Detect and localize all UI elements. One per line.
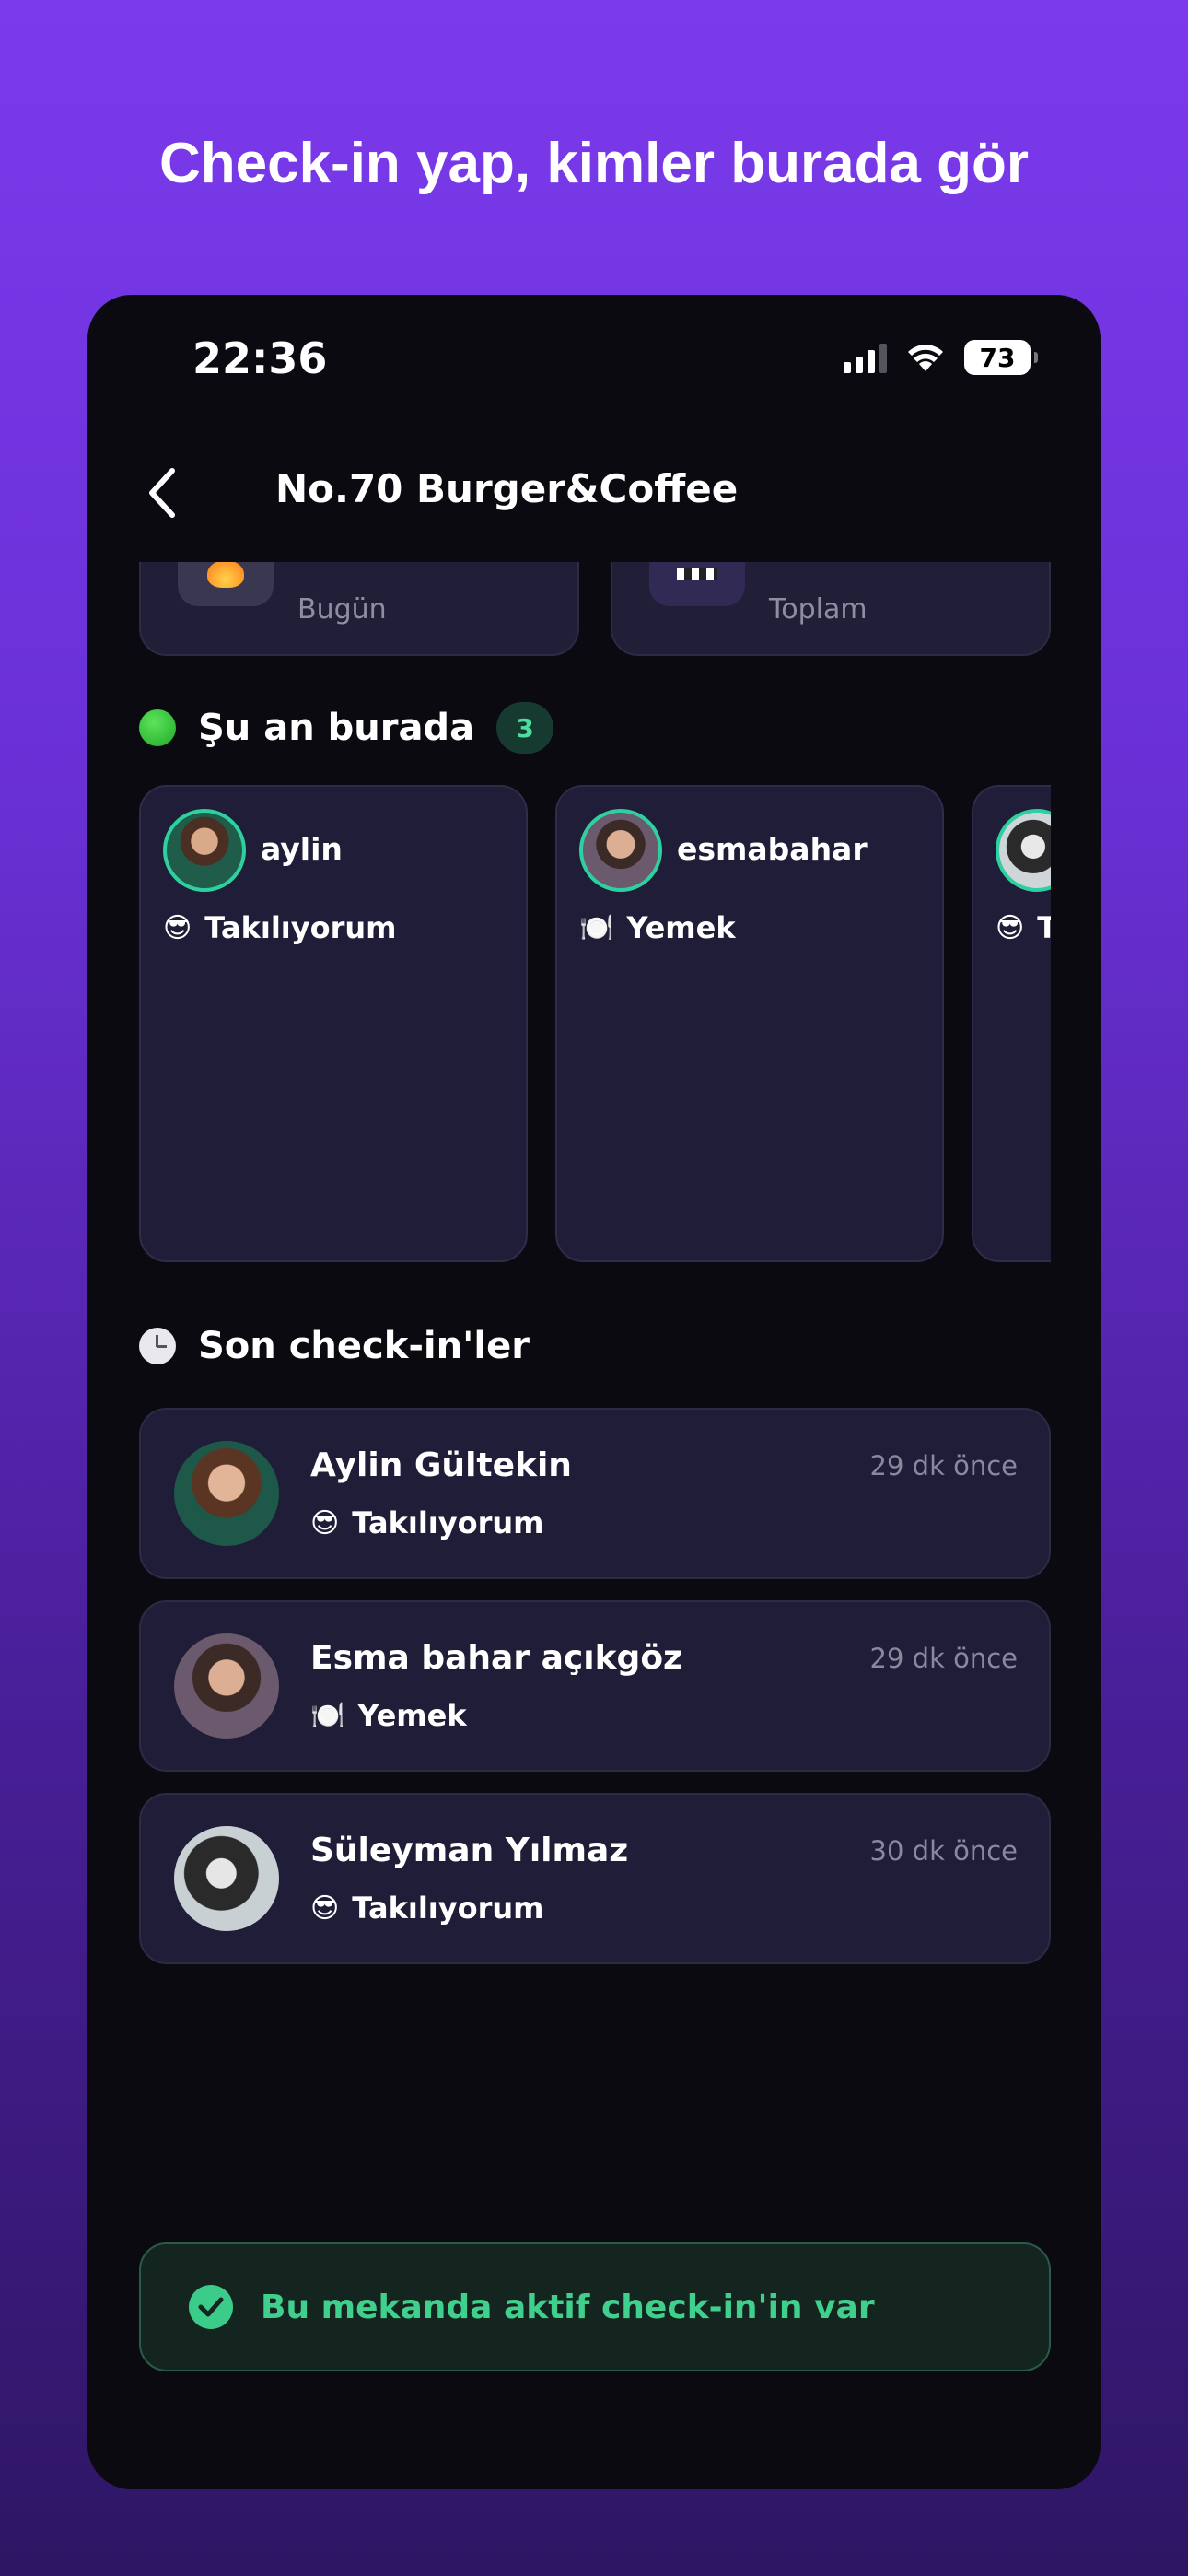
here-now-count-badge: 3 <box>496 702 554 754</box>
flag-icon <box>649 562 745 606</box>
stats-row: Bugün Toplam <box>139 562 1051 658</box>
wifi-icon <box>908 345 943 371</box>
here-card[interactable]: aylin 😎 Takılıyorum <box>139 785 528 1262</box>
mood-label: T <box>1037 910 1051 945</box>
avatar <box>174 1441 279 1546</box>
sunglasses-emoji-icon: 😎 <box>310 1891 340 1925</box>
recent-mood: 😎 Takılıyorum <box>310 1891 544 1926</box>
avatar <box>174 1633 279 1739</box>
chevron-left-icon <box>149 468 175 518</box>
plate-emoji-icon: 🍽️ <box>579 911 614 944</box>
recent-name: Aylin Gültekin <box>310 1446 572 1484</box>
list-item[interactable]: Esma bahar açıkgöz 🍽️ Yemek 29 dk önce <box>139 1600 1051 1772</box>
recent-time: 30 dk önce <box>869 1835 1018 1867</box>
battery-icon: 73 <box>964 340 1038 375</box>
recent-name: Esma bahar açıkgöz <box>310 1639 682 1677</box>
mood-label: Takılıyorum <box>352 1505 544 1540</box>
list-item[interactable]: Süleyman Yılmaz 😎 Takılıyorum 30 dk önce <box>139 1793 1051 1964</box>
list-item[interactable]: Aylin Gültekin 😎 Takılıyorum 29 dk önce <box>139 1408 1051 1579</box>
avatar <box>174 1826 279 1931</box>
stat-card-total: Toplam <box>611 562 1051 656</box>
here-card-name: esmabahar <box>677 831 868 867</box>
stat-card-today: Bugün <box>139 562 579 656</box>
mood-label: Yemek <box>357 1698 467 1733</box>
recent-time: 29 dk önce <box>869 1450 1018 1481</box>
recent-mood: 😎 Takılıyorum <box>310 1505 544 1540</box>
recent-header: Son check-in'ler <box>139 1325 530 1367</box>
stat-label-today: Bugün <box>297 593 387 626</box>
avatar <box>579 809 662 892</box>
back-button[interactable] <box>145 461 191 525</box>
banner-text: Bu mekanda aktif check-in'in var <box>261 2288 875 2326</box>
check-circle-icon <box>189 2285 233 2329</box>
avatar <box>996 809 1051 892</box>
recent-name: Süleyman Yılmaz <box>310 1832 629 1869</box>
fire-icon <box>178 562 274 606</box>
here-now-header: Şu an burada 3 <box>139 702 554 754</box>
green-circle-icon <box>139 709 176 746</box>
mood-label: Takılıyorum <box>204 910 397 945</box>
here-card-name: aylin <box>261 831 343 867</box>
sunglasses-emoji-icon: 😎 <box>310 1506 340 1540</box>
signal-icon <box>844 342 887 373</box>
mood-label: Takılıyorum <box>352 1891 544 1926</box>
sunglasses-emoji-icon: 😎 <box>163 911 192 944</box>
here-card-mood: 😎 T <box>996 910 1051 945</box>
here-card-mood: 😎 Takılıyorum <box>163 910 397 945</box>
here-card-mood: 🍽️ Yemek <box>579 910 736 945</box>
sunglasses-emoji-icon: 😎 <box>996 911 1025 944</box>
recent-title: Son check-in'ler <box>198 1325 530 1367</box>
stat-label-total: Toplam <box>769 593 868 626</box>
battery-level: 73 <box>979 342 1016 373</box>
mood-label: Yemek <box>626 910 736 945</box>
promo-headline: Check-in yap, kimler burada gör <box>158 132 1030 195</box>
here-card[interactable]: 😎 T <box>972 785 1051 1262</box>
phone-screen: 22:36 73 No.70 Burger&Coffee Bugün Topla… <box>87 295 1101 2489</box>
here-card[interactable]: esmabahar 🍽️ Yemek <box>555 785 944 1262</box>
page-title: No.70 Burger&Coffee <box>275 466 739 511</box>
clock-icon <box>139 1328 176 1364</box>
status-icons: 73 <box>844 337 1038 378</box>
status-time: 22:36 <box>192 334 328 383</box>
recent-mood: 🍽️ Yemek <box>310 1698 467 1733</box>
recent-time: 29 dk önce <box>869 1643 1018 1674</box>
active-checkin-banner: Bu mekanda aktif check-in'in var <box>139 2242 1051 2371</box>
here-now-carousel[interactable]: aylin 😎 Takılıyorum esmabahar 🍽️ Yemek 😎… <box>139 785 1051 1264</box>
here-now-title: Şu an burada <box>198 707 475 749</box>
avatar <box>163 809 246 892</box>
plate-emoji-icon: 🍽️ <box>310 1699 345 1732</box>
